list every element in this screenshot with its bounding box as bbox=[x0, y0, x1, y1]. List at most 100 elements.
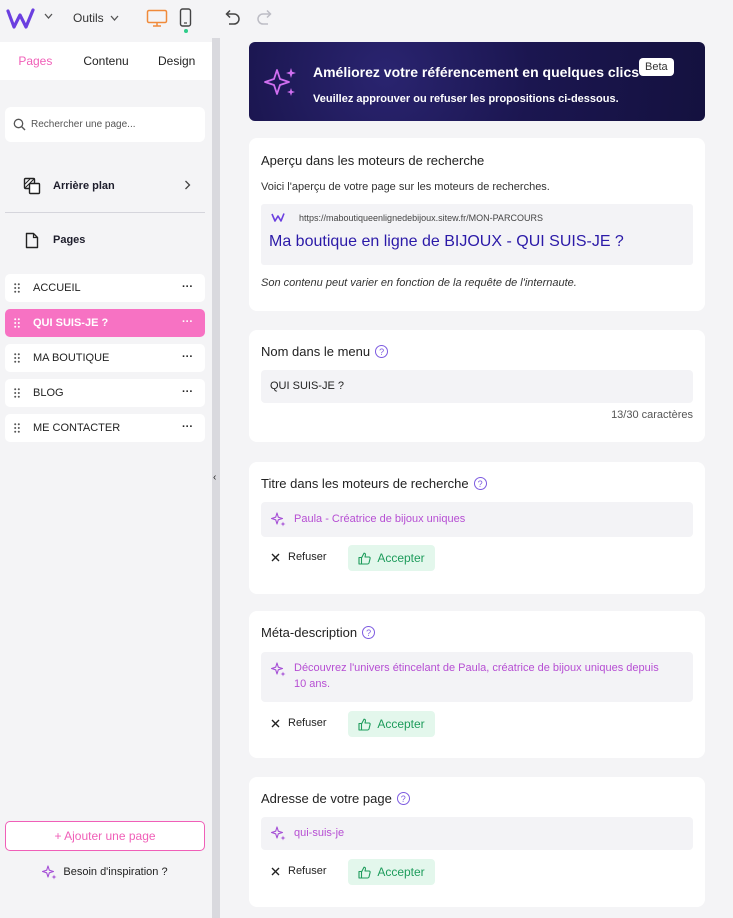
add-page-button[interactable]: + Ajouter une page bbox=[5, 821, 205, 851]
page-list-item-active[interactable]: QUI SUIS-JE ? ··· bbox=[5, 309, 205, 337]
beta-badge: Beta bbox=[639, 58, 674, 76]
thumbs-up-icon bbox=[358, 718, 372, 731]
more-options-icon[interactable]: ··· bbox=[182, 386, 193, 398]
more-options-icon[interactable]: ··· bbox=[182, 421, 193, 433]
refuse-button[interactable]: Refuser bbox=[271, 865, 327, 877]
accept-label: Accepter bbox=[377, 865, 425, 879]
inspiration-label: Besoin d'inspiration ? bbox=[63, 866, 168, 878]
page-label: QUI SUIS-JE ? bbox=[33, 317, 109, 329]
chevron-down-icon[interactable] bbox=[44, 13, 53, 19]
card-title-row: Nom dans le menu ? bbox=[261, 344, 389, 359]
sidebar-item-background[interactable]: Arrière plan bbox=[5, 166, 205, 206]
sparkle-icon bbox=[264, 68, 296, 96]
pages-label: Pages bbox=[53, 234, 86, 246]
drag-handle-icon[interactable] bbox=[14, 388, 20, 398]
more-options-icon[interactable]: ··· bbox=[182, 281, 193, 293]
panel-resizer[interactable]: ‹ bbox=[212, 38, 220, 918]
page-label: ME CONTACTER bbox=[33, 422, 121, 434]
banner-title: Améliorez votre référencement en quelque… bbox=[313, 64, 640, 80]
chevron-down-icon bbox=[110, 15, 119, 21]
background-layers-icon bbox=[23, 177, 41, 195]
seo-title-card: Titre dans les moteurs de recherche ? Pa… bbox=[249, 462, 705, 594]
help-icon[interactable]: ? bbox=[362, 626, 376, 639]
refuse-label: Refuser bbox=[288, 865, 327, 877]
drag-handle-icon[interactable] bbox=[14, 283, 20, 293]
inspiration-link[interactable]: Besoin d'inspiration ? bbox=[5, 863, 205, 881]
accept-label: Accepter bbox=[377, 717, 425, 731]
drag-handle-icon[interactable] bbox=[14, 423, 20, 433]
refuse-button[interactable]: Refuser bbox=[271, 551, 327, 563]
accept-button[interactable]: Accepter bbox=[348, 545, 435, 571]
collapse-panel-icon[interactable]: ‹ bbox=[213, 472, 216, 483]
page-address-card: Adresse de votre page ? qui-suis-je Refu… bbox=[249, 777, 705, 907]
sidebar-tabs: Pages Contenu Design bbox=[0, 42, 213, 80]
seo-panel: Améliorez votre référencement en quelque… bbox=[220, 38, 733, 918]
seo-banner: Améliorez votre référencement en quelque… bbox=[249, 42, 705, 121]
menu-name-input[interactable]: QUI SUIS-JE ? bbox=[261, 370, 693, 403]
help-icon[interactable]: ? bbox=[375, 345, 389, 358]
refuse-button[interactable]: Refuser bbox=[271, 717, 327, 729]
page-label: ACCUEIL bbox=[33, 282, 81, 294]
accept-button[interactable]: Accepter bbox=[348, 859, 435, 885]
card-title: Adresse de votre page bbox=[261, 791, 392, 806]
seo-title-suggestion[interactable]: Paula - Créatrice de bijoux uniques bbox=[261, 502, 693, 537]
sidebar: Pages Contenu Design Rechercher une page… bbox=[0, 38, 213, 918]
suggestion-text: qui-suis-je bbox=[294, 827, 345, 839]
background-label: Arrière plan bbox=[53, 180, 115, 192]
site-favicon-icon bbox=[271, 213, 285, 222]
search-placeholder: Rechercher une page... bbox=[31, 119, 136, 130]
accept-button[interactable]: Accepter bbox=[348, 711, 435, 737]
accept-label: Accepter bbox=[377, 551, 425, 565]
page-search-input[interactable]: Rechercher une page... bbox=[5, 107, 205, 142]
card-title-row: Méta-description ? bbox=[261, 625, 376, 640]
suggestion-text: Paula - Créatrice de bijoux uniques bbox=[294, 513, 466, 525]
mobile-view-icon[interactable] bbox=[179, 8, 192, 27]
banner-subtitle: Veuillez approuver ou refuser les propos… bbox=[313, 93, 619, 105]
desktop-view-icon[interactable] bbox=[146, 9, 168, 27]
tools-menu[interactable]: Outils bbox=[73, 11, 119, 25]
help-icon[interactable]: ? bbox=[396, 792, 410, 805]
page-icon bbox=[25, 232, 39, 248]
chevron-right-icon bbox=[185, 180, 191, 190]
help-icon[interactable]: ? bbox=[473, 477, 487, 490]
tab-pages[interactable]: Pages bbox=[0, 42, 71, 80]
page-label: MA BOUTIQUE bbox=[33, 352, 110, 364]
meta-description-card: Méta-description ? Découvrez l'univers é… bbox=[249, 611, 705, 758]
sparkle-icon bbox=[271, 826, 286, 841]
sparkle-icon bbox=[271, 662, 286, 677]
page-list-item[interactable]: BLOG ··· bbox=[5, 379, 205, 407]
tab-design[interactable]: Design bbox=[141, 42, 213, 80]
divider bbox=[5, 212, 205, 213]
redo-icon[interactable] bbox=[255, 9, 275, 27]
page-list-item[interactable]: MA BOUTIQUE ··· bbox=[5, 344, 205, 372]
undo-icon[interactable] bbox=[222, 9, 242, 27]
sitew-logo[interactable] bbox=[6, 7, 36, 31]
thumbs-up-icon bbox=[358, 552, 372, 565]
preview-url: https://maboutiqueenlignedebijoux.sitew.… bbox=[299, 213, 543, 223]
refuse-label: Refuser bbox=[288, 551, 327, 563]
card-title: Nom dans le menu bbox=[261, 344, 371, 359]
more-options-icon[interactable]: ··· bbox=[182, 351, 193, 363]
close-icon bbox=[271, 867, 280, 875]
search-preview-card: Aperçu dans les moteurs de recherche Voi… bbox=[249, 138, 705, 311]
pages-section-header: Pages bbox=[5, 222, 205, 258]
active-device-indicator bbox=[184, 29, 188, 33]
menu-name-card: Nom dans le menu ? QUI SUIS-JE ? 13/30 c… bbox=[249, 330, 705, 442]
sparkle-icon bbox=[42, 864, 57, 879]
preview-page-title: Ma boutique en ligne de BIJOUX - QUI SUI… bbox=[269, 233, 624, 250]
tab-contenu[interactable]: Contenu bbox=[70, 42, 142, 80]
page-address-suggestion[interactable]: qui-suis-je bbox=[261, 817, 693, 850]
more-options-icon[interactable]: ··· bbox=[182, 316, 193, 328]
page-list-item[interactable]: ACCUEIL ··· bbox=[5, 274, 205, 302]
preview-note: Son contenu peut varier en fonction de l… bbox=[261, 277, 577, 289]
top-toolbar: Outils bbox=[0, 0, 733, 38]
drag-handle-icon[interactable] bbox=[14, 318, 20, 328]
card-title-row: Adresse de votre page ? bbox=[261, 791, 410, 806]
page-list-item[interactable]: ME CONTACTER ··· bbox=[5, 414, 205, 442]
drag-handle-icon[interactable] bbox=[14, 353, 20, 363]
search-icon bbox=[13, 118, 26, 131]
page-label: BLOG bbox=[33, 387, 64, 399]
refuse-label: Refuser bbox=[288, 717, 327, 729]
meta-description-suggestion[interactable]: Découvrez l'univers étincelant de Paula,… bbox=[261, 652, 693, 702]
card-title: Méta-description bbox=[261, 625, 358, 640]
